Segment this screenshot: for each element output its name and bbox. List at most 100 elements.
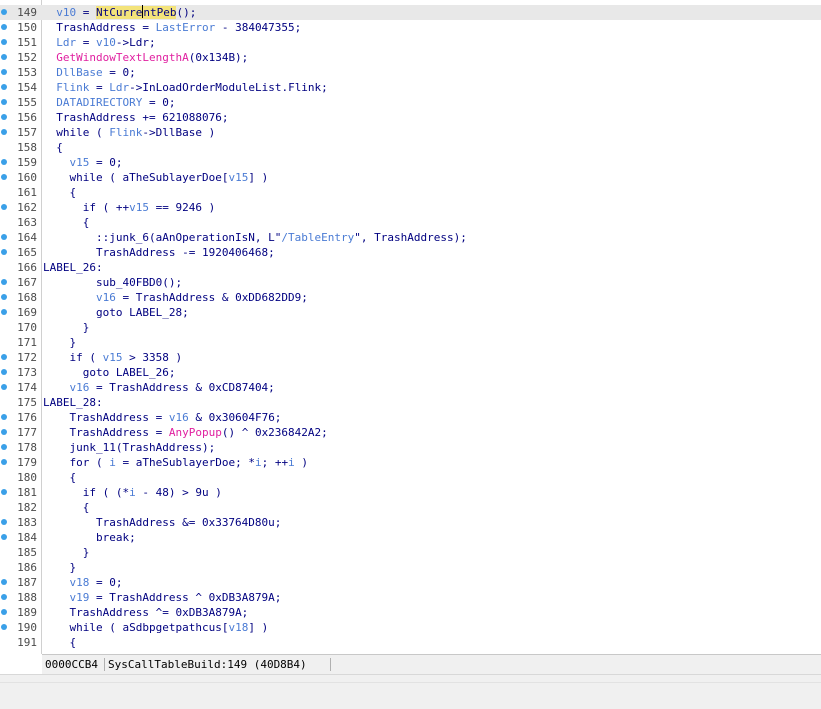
code-line[interactable]: 166 LABEL_26: xyxy=(0,260,821,275)
code-line[interactable]: 158 { xyxy=(0,140,821,155)
code-identifier[interactable]: v15 xyxy=(103,351,123,364)
code-line[interactable]: 183 TrashAddress &= 0x33764D80u; xyxy=(0,515,821,530)
code-text[interactable]: } xyxy=(43,560,77,575)
code-text[interactable]: } xyxy=(43,335,77,350)
code-line[interactable]: 187 v18 = 0; xyxy=(0,575,821,590)
code-text[interactable]: LABEL_28: xyxy=(43,395,103,410)
code-text[interactable]: for ( i = aTheSublayerDoe; *i; ++i ) xyxy=(43,455,308,470)
code-identifier[interactable]: v16 xyxy=(96,291,116,304)
code-text[interactable]: junk_11(TrashAddress); xyxy=(43,440,216,455)
code-text[interactable]: Ldr = v10->Ldr; xyxy=(43,35,155,50)
code-line[interactable]: 188 v19 = TrashAddress ^ 0xDB3A879A; xyxy=(0,590,821,605)
code-text[interactable]: TrashAddress = AnyPopup() ^ 0x236842A2; xyxy=(43,425,328,440)
code-line[interactable]: 149 v10 = NtCurrentPeb(); xyxy=(0,5,821,20)
code-text[interactable]: TrashAddress = v16 & 0x30604F76; xyxy=(43,410,282,425)
code-text[interactable]: } xyxy=(43,320,90,335)
code-identifier[interactable]: v16 xyxy=(169,411,189,424)
code-text[interactable]: while ( aSdbpgetpathcus[v18] ) xyxy=(43,620,269,635)
code-line[interactable]: 155 DATADIRECTORY = 0; xyxy=(0,95,821,110)
code-text[interactable]: v15 = 0; xyxy=(43,155,123,170)
code-text[interactable]: TrashAddress += 621088076; xyxy=(43,110,228,125)
code-line[interactable]: 161 { xyxy=(0,185,821,200)
code-line[interactable]: 171 } xyxy=(0,335,821,350)
code-line[interactable]: 159 v15 = 0; xyxy=(0,155,821,170)
code-line[interactable]: 168 v16 = TrashAddress & 0xDD682DD9; xyxy=(0,290,821,305)
code-line[interactable]: 186 } xyxy=(0,560,821,575)
code-line[interactable]: 184 break; xyxy=(0,530,821,545)
code-text[interactable]: while ( aTheSublayerDoe[v15] ) xyxy=(43,170,269,185)
code-identifier[interactable]: v15 xyxy=(129,201,149,214)
code-text[interactable]: goto LABEL_26; xyxy=(43,365,176,380)
code-line[interactable]: 180 { xyxy=(0,470,821,485)
code-line[interactable]: 157 while ( Flink->DllBase ) xyxy=(0,125,821,140)
code-line[interactable]: 182 { xyxy=(0,500,821,515)
code-text[interactable]: v18 = 0; xyxy=(43,575,123,590)
code-text[interactable]: v19 = TrashAddress ^ 0xDB3A879A; xyxy=(43,590,282,605)
code-line[interactable]: 153 DllBase = 0; xyxy=(0,65,821,80)
code-text[interactable]: DATADIRECTORY = 0; xyxy=(43,95,175,110)
code-text[interactable]: v10 = NtCurrentPeb(); xyxy=(43,5,196,20)
code-line[interactable]: 178 junk_11(TrashAddress); xyxy=(0,440,821,455)
code-text[interactable]: v16 = TrashAddress & 0xCD87404; xyxy=(43,380,275,395)
code-identifier[interactable]: v18 xyxy=(228,621,248,634)
code-text[interactable]: break; xyxy=(43,530,136,545)
code-text[interactable]: LABEL_26: xyxy=(43,260,103,275)
code-text[interactable]: { xyxy=(43,635,77,650)
code-line[interactable]: 191 { xyxy=(0,635,821,650)
code-line[interactable]: 164 ::junk_6(aAnOperationIsN, L"/TableEn… xyxy=(0,230,821,245)
code-line[interactable]: 172 if ( v15 > 3358 ) xyxy=(0,350,821,365)
code-text[interactable]: { xyxy=(43,470,77,485)
code-text[interactable]: } xyxy=(43,545,90,560)
code-line[interactable]: 152 GetWindowTextLengthA(0x134B); xyxy=(0,50,821,65)
code-text[interactable]: goto LABEL_28; xyxy=(43,305,189,320)
code-identifier[interactable]: v16 xyxy=(70,381,90,394)
code-text[interactable]: { xyxy=(43,500,90,515)
code-line[interactable]: 189 TrashAddress ^= 0xDB3A879A; xyxy=(0,605,821,620)
code-line[interactable]: 163 { xyxy=(0,215,821,230)
code-line[interactable]: 151 Ldr = v10->Ldr; xyxy=(0,35,821,50)
code-text[interactable]: if ( (*i - 48) > 9u ) xyxy=(43,485,222,500)
code-text[interactable]: Flink = Ldr->InLoadOrderModuleList.Flink… xyxy=(43,80,328,95)
code-identifier[interactable]: /TableEntry xyxy=(281,231,354,244)
code-text[interactable]: if ( v15 > 3358 ) xyxy=(43,350,183,365)
code-line[interactable]: 177 TrashAddress = AnyPopup() ^ 0x236842… xyxy=(0,425,821,440)
code-text[interactable]: sub_40FBD0(); xyxy=(43,275,182,290)
code-line[interactable]: 179 for ( i = aTheSublayerDoe; *i; ++i ) xyxy=(0,455,821,470)
code-text[interactable]: ::junk_6(aAnOperationIsN, L"/TableEntry"… xyxy=(43,230,467,245)
code-identifier[interactable]: Ldr xyxy=(109,81,129,94)
code-text[interactable]: TrashAddress -= 1920406468; xyxy=(43,245,275,260)
code-identifier[interactable]: i xyxy=(288,456,295,469)
code-identifier[interactable]: v19 xyxy=(70,591,90,604)
code-line[interactable]: 165 TrashAddress -= 1920406468; xyxy=(0,245,821,260)
code-identifier[interactable]: v10 xyxy=(56,6,76,19)
code-text[interactable]: while ( Flink->DllBase ) xyxy=(43,125,215,140)
code-line[interactable]: 173 goto LABEL_26; xyxy=(0,365,821,380)
code-identifier[interactable]: Flink xyxy=(109,126,142,139)
code-text[interactable]: TrashAddress &= 0x33764D80u; xyxy=(43,515,281,530)
code-line[interactable]: 175 LABEL_28: xyxy=(0,395,821,410)
code-identifier[interactable]: i xyxy=(109,456,116,469)
code-text[interactable]: v16 = TrashAddress & 0xDD682DD9; xyxy=(43,290,308,305)
pseudocode-editor[interactable]: 149 v10 = NtCurrentPeb(); 150 TrashAddres… xyxy=(0,0,821,654)
code-identifier[interactable]: LastError xyxy=(156,21,216,34)
code-text[interactable]: { xyxy=(43,185,77,200)
code-identifier[interactable]: Flink xyxy=(56,81,89,94)
code-line[interactable]: 170 } xyxy=(0,320,821,335)
code-line[interactable]: 156 TrashAddress += 621088076; xyxy=(0,110,821,125)
code-text[interactable]: { xyxy=(43,140,63,155)
code-line[interactable]: 181 if ( (*i - 48) > 9u ) xyxy=(0,485,821,500)
code-identifier[interactable]: v15 xyxy=(70,156,90,169)
code-text[interactable]: TrashAddress ^= 0xDB3A879A; xyxy=(43,605,249,620)
code-line[interactable]: 169 goto LABEL_28; xyxy=(0,305,821,320)
code-text[interactable]: GetWindowTextLengthA(0x134B); xyxy=(43,50,248,65)
code-line[interactable]: 190 while ( aSdbpgetpathcus[v18] ) xyxy=(0,620,821,635)
code-api-call[interactable]: GetWindowTextLengthA xyxy=(56,51,188,64)
code-identifier[interactable]: i xyxy=(255,456,262,469)
code-text[interactable]: DllBase = 0; xyxy=(43,65,135,80)
code-identifier[interactable]: v15 xyxy=(228,171,248,184)
code-identifier[interactable]: DATADIRECTORY xyxy=(56,96,142,109)
code-line[interactable]: 154 Flink = Ldr->InLoadOrderModuleList.F… xyxy=(0,80,821,95)
code-identifier[interactable]: v10 xyxy=(96,36,116,49)
code-identifier[interactable]: v18 xyxy=(70,576,90,589)
code-line[interactable]: 176 TrashAddress = v16 & 0x30604F76; xyxy=(0,410,821,425)
